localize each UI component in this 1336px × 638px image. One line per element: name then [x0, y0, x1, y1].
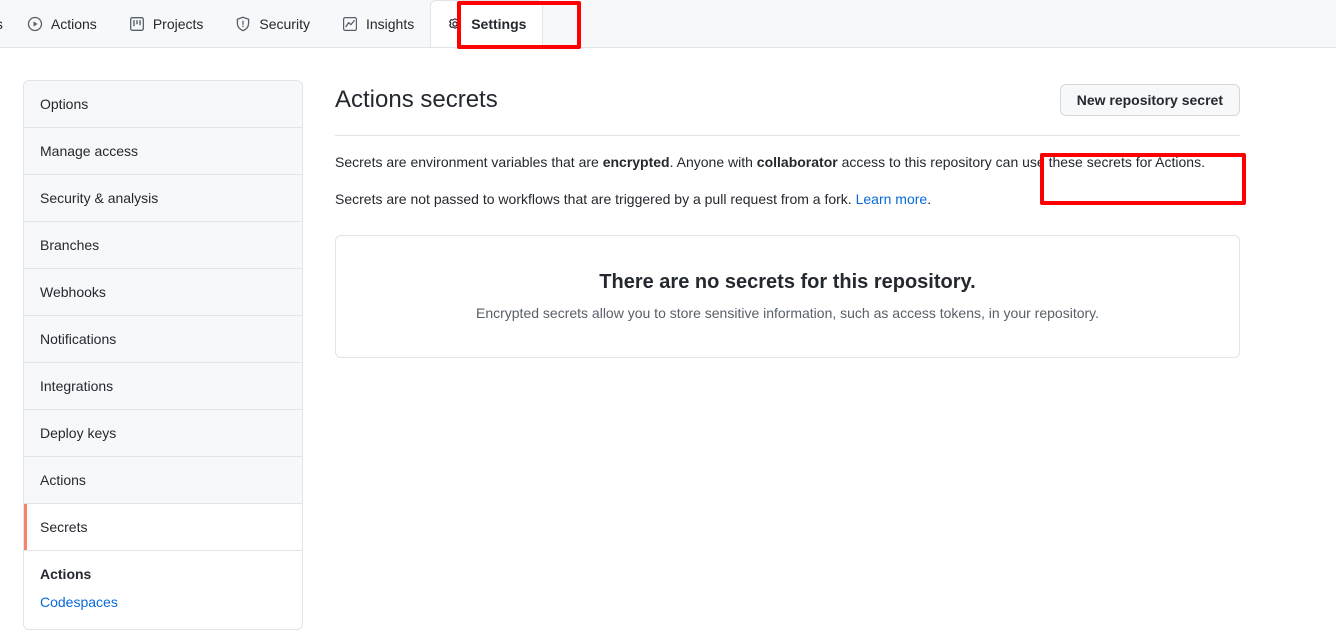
- nav-tab-label: Settings: [471, 16, 527, 32]
- nav-tab-security[interactable]: Security: [219, 0, 326, 47]
- desc1-part3: access to this repository can use these …: [837, 154, 1205, 170]
- sidebar-item-label: Branches: [40, 237, 100, 253]
- sidebar-item-security-analysis[interactable]: Security & analysis: [24, 175, 302, 222]
- repository-nav: ts Actions Projects: [0, 0, 1336, 49]
- empty-state-heading: There are no secrets for this repository…: [599, 271, 976, 293]
- sidebar-item-label: Notifications: [40, 331, 117, 347]
- desc2-part2: .: [927, 191, 932, 207]
- desc2-part1: Secrets are not passed to workflows that…: [335, 191, 856, 207]
- nav-tab-label: Insights: [365, 15, 415, 32]
- page-body: Options Manage access Security & analysi…: [0, 48, 1336, 630]
- sidebar-item-label: Secrets: [40, 519, 88, 535]
- sidebar-item-label: Security & analysis: [40, 190, 159, 206]
- sidebar-item-label: Manage access: [40, 143, 139, 159]
- project-board-icon: [129, 16, 145, 32]
- sidebar-item-label: Options: [40, 96, 89, 112]
- graph-icon: [342, 16, 358, 32]
- nav-partial-tab[interactable]: ts: [0, 0, 11, 47]
- sidebar-item-integrations[interactable]: Integrations: [24, 363, 302, 410]
- desc1-bold-encrypted: encrypted: [602, 154, 670, 170]
- new-repository-secret-button[interactable]: New repository secret: [1059, 83, 1240, 116]
- sidebar-item-secrets[interactable]: Secrets: [24, 504, 302, 551]
- sidebar-item-label: Deploy keys: [40, 425, 117, 441]
- secrets-description-1: Secrets are environment variables that a…: [335, 152, 1240, 173]
- shield-icon: [235, 16, 251, 32]
- sidebar-item-label: Webhooks: [40, 284, 106, 300]
- main-content: Actions secrets New repository secret Se…: [303, 80, 1336, 630]
- sidebar-subsection-heading: Actions: [40, 566, 92, 582]
- nav-tab-insights[interactable]: Insights: [326, 0, 430, 47]
- desc1-part1: Secrets are environment variables that a…: [335, 154, 603, 170]
- desc1-part2: . Anyone with: [669, 154, 757, 170]
- sidebar-item-webhooks[interactable]: Webhooks: [24, 269, 302, 316]
- nav-tab-label: Security: [259, 15, 310, 32]
- gear-icon: [447, 16, 463, 32]
- desc1-bold-collaborator: collaborator: [756, 154, 838, 170]
- page-title: Actions secrets: [335, 85, 498, 113]
- learn-more-link[interactable]: Learn more: [856, 191, 928, 207]
- nav-tab-label: Projects: [152, 15, 204, 32]
- content-header: Actions secrets New repository secret: [335, 80, 1240, 136]
- settings-sidebar: Options Manage access Security & analysi…: [23, 80, 303, 630]
- nav-tab-label: Actions: [50, 15, 97, 32]
- sidebar-item-notifications[interactable]: Notifications: [24, 316, 302, 363]
- play-circle-icon: [27, 16, 43, 32]
- sidebar-subitem-codespaces[interactable]: Codespaces: [40, 593, 286, 611]
- sidebar-item-label: Integrations: [40, 378, 114, 394]
- sidebar-item-deploy-keys[interactable]: Deploy keys: [24, 410, 302, 457]
- nav-tab-actions[interactable]: Actions: [11, 0, 113, 47]
- sidebar-item-options[interactable]: Options: [24, 81, 302, 128]
- empty-state-panel: There are no secrets for this repository…: [335, 235, 1240, 358]
- sidebar-item-manage-access[interactable]: Manage access: [24, 128, 302, 175]
- nav-tab-settings[interactable]: Settings: [430, 0, 544, 47]
- sidebar-item-label: Actions: [40, 472, 86, 488]
- nav-tab-projects[interactable]: Projects: [113, 0, 220, 47]
- sidebar-item-branches[interactable]: Branches: [24, 222, 302, 269]
- sidebar-item-actions[interactable]: Actions: [24, 457, 302, 504]
- empty-state-text: Encrypted secrets allow you to store sen…: [475, 305, 1100, 321]
- sidebar-secrets-subsection: Actions Codespaces: [24, 551, 302, 629]
- secrets-description-2: Secrets are not passed to workflows that…: [335, 189, 1240, 210]
